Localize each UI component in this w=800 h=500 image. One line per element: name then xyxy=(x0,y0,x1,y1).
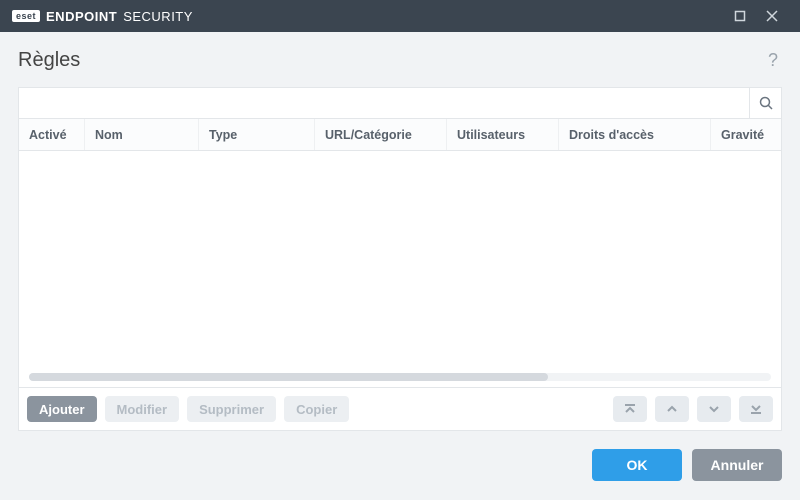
column-header[interactable]: Utilisateurs xyxy=(447,119,559,150)
help-button[interactable]: ? xyxy=(764,46,782,75)
remove-button: Supprimer xyxy=(187,396,276,422)
page-title: Règles xyxy=(18,49,80,72)
maximize-button[interactable] xyxy=(724,0,756,32)
table-header: ActivéNomTypeURL/CatégorieUtilisateursDr… xyxy=(19,119,781,151)
column-header[interactable]: Activé xyxy=(19,119,85,150)
move-down-button xyxy=(697,396,731,422)
move-top-button xyxy=(613,396,647,422)
column-header[interactable]: URL/Catégorie xyxy=(315,119,447,150)
scrollbar-thumb[interactable] xyxy=(29,373,548,381)
close-icon xyxy=(766,10,778,22)
move-up-button xyxy=(655,396,689,422)
chevron-up-icon xyxy=(665,402,679,416)
title-bar: eset ENDPOINT SECURITY xyxy=(0,0,800,32)
column-header[interactable]: Type xyxy=(199,119,315,150)
cancel-button[interactable]: Annuler xyxy=(692,449,782,481)
brand-badge: eset xyxy=(12,10,40,22)
column-header[interactable]: Gravité xyxy=(711,119,781,150)
move-bottom-icon xyxy=(749,402,763,416)
maximize-icon xyxy=(734,10,746,22)
move-bottom-button xyxy=(739,396,773,422)
column-header[interactable]: Nom xyxy=(85,119,199,150)
horizontal-scrollbar[interactable] xyxy=(29,373,771,381)
panel-actions: Ajouter Modifier Supprimer Copier xyxy=(19,387,781,430)
close-button[interactable] xyxy=(756,0,788,32)
chevron-down-icon xyxy=(707,402,721,416)
dialog-footer: OK Annuler xyxy=(0,431,800,499)
edit-button: Modifier xyxy=(105,396,180,422)
table-body xyxy=(19,151,781,387)
rules-panel: ActivéNomTypeURL/CatégorieUtilisateursDr… xyxy=(18,87,782,431)
search-input[interactable] xyxy=(19,88,749,118)
ok-button[interactable]: OK xyxy=(592,449,682,481)
search-button[interactable] xyxy=(749,88,781,118)
search-icon xyxy=(758,95,774,111)
add-button[interactable]: Ajouter xyxy=(27,396,97,422)
move-top-icon xyxy=(623,402,637,416)
help-icon: ? xyxy=(768,50,778,70)
brand: eset ENDPOINT SECURITY xyxy=(12,9,193,24)
brand-name: ENDPOINT xyxy=(46,9,117,24)
brand-product: SECURITY xyxy=(123,9,193,24)
column-header[interactable]: Droits d'accès xyxy=(559,119,711,150)
copy-button: Copier xyxy=(284,396,349,422)
rules-table: ActivéNomTypeURL/CatégorieUtilisateursDr… xyxy=(19,118,781,387)
